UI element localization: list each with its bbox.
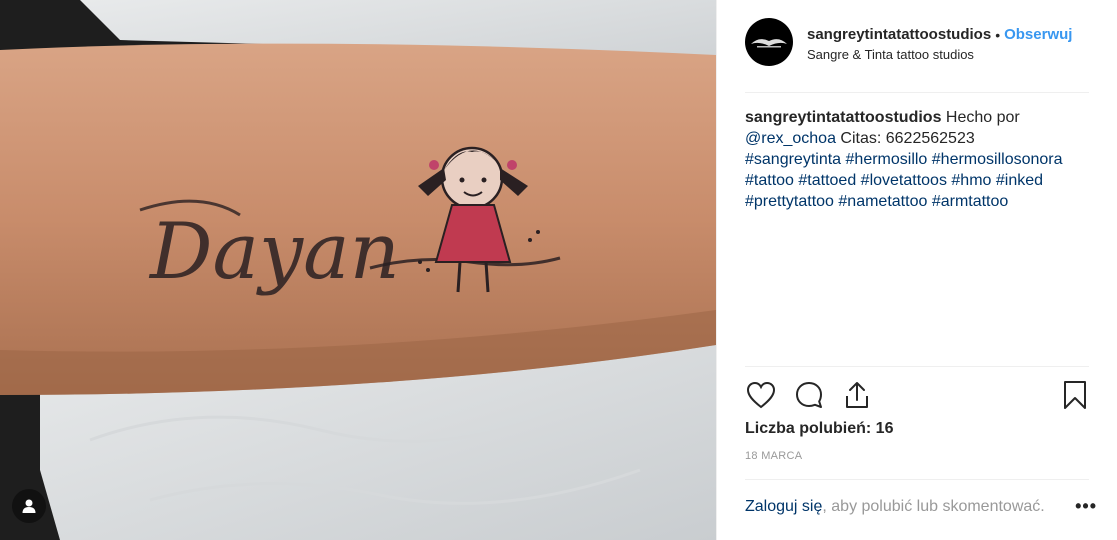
instagram-post: Dayan sangreytintatattoostudios • Obserw… bbox=[0, 0, 1117, 540]
post-photo[interactable]: Dayan bbox=[0, 0, 716, 540]
location-link[interactable]: Sangre & Tinta tattoo studios bbox=[807, 47, 1072, 62]
tattoo-script-text: Dayan bbox=[148, 207, 400, 297]
header-text: sangreytintatattoostudios • Obserwuj San… bbox=[807, 26, 1072, 62]
login-link[interactable]: Zaloguj się bbox=[745, 498, 822, 516]
share-icon bbox=[846, 382, 868, 408]
studio-logo-icon bbox=[751, 39, 787, 48]
hashtag-link[interactable]: #armtattoo bbox=[932, 193, 1008, 210]
bookmark-icon bbox=[1064, 381, 1086, 409]
post-sidebar: sangreytintatattoostudios • Obserwuj San… bbox=[716, 0, 1117, 540]
hashtag-link[interactable]: #tattoed bbox=[798, 172, 856, 189]
hashtag-link[interactable]: #hermosillo bbox=[846, 151, 928, 168]
login-prompt-text: , aby polubić lub skomentować. bbox=[822, 497, 1045, 515]
save-button[interactable] bbox=[1059, 379, 1091, 411]
like-button[interactable] bbox=[745, 379, 777, 411]
divider bbox=[745, 92, 1089, 93]
mention-link[interactable]: @rex_ochoa bbox=[745, 130, 836, 147]
share-button[interactable] bbox=[841, 379, 873, 411]
comment-button[interactable] bbox=[793, 379, 825, 411]
heart-icon bbox=[746, 381, 776, 409]
post-date[interactable]: 18 MARCA bbox=[745, 450, 802, 462]
comment-icon bbox=[796, 382, 822, 408]
post-caption: sangreytintatattoostudios Hecho por @rex… bbox=[745, 107, 1093, 212]
caption-username-link[interactable]: sangreytintatattoostudios bbox=[745, 109, 941, 126]
follow-button[interactable]: Obserwuj bbox=[1004, 26, 1072, 43]
hashtag-link[interactable]: #hermosillosonora bbox=[932, 151, 1063, 168]
hashtag-link[interactable]: #hmo bbox=[951, 172, 991, 189]
post-header: sangreytintatattoostudios • Obserwuj San… bbox=[745, 18, 1103, 74]
follow-separator: • bbox=[995, 26, 1001, 43]
caption-text: Citas: 6622562523 bbox=[835, 130, 975, 147]
likes-count[interactable]: Liczba polubień: 16 bbox=[745, 420, 893, 438]
hashtag-link[interactable]: #tattoo bbox=[745, 172, 794, 189]
hashtag-link[interactable]: #nametattoo bbox=[838, 193, 927, 210]
hashtag-link[interactable]: #inked bbox=[996, 172, 1043, 189]
profile-username-link[interactable]: sangreytintatattoostudios bbox=[807, 26, 991, 43]
divider bbox=[745, 479, 1089, 480]
tattoo-photo: Dayan bbox=[0, 0, 716, 540]
user-icon bbox=[22, 499, 36, 513]
caption-text: Hecho por bbox=[941, 109, 1020, 126]
avatar[interactable] bbox=[745, 18, 793, 66]
tagged-users-button[interactable] bbox=[12, 489, 46, 523]
more-options-button[interactable]: ••• bbox=[1075, 496, 1097, 517]
hashtag-link[interactable]: #prettytattoo bbox=[745, 193, 834, 210]
login-prompt: Zaloguj się , aby polubić lub skomentowa… bbox=[745, 496, 1097, 517]
hashtag-link[interactable]: #sangreytinta bbox=[745, 151, 841, 168]
divider bbox=[745, 366, 1089, 367]
hashtag-link[interactable]: #lovetattoos bbox=[861, 172, 947, 189]
action-bar bbox=[745, 376, 1091, 414]
